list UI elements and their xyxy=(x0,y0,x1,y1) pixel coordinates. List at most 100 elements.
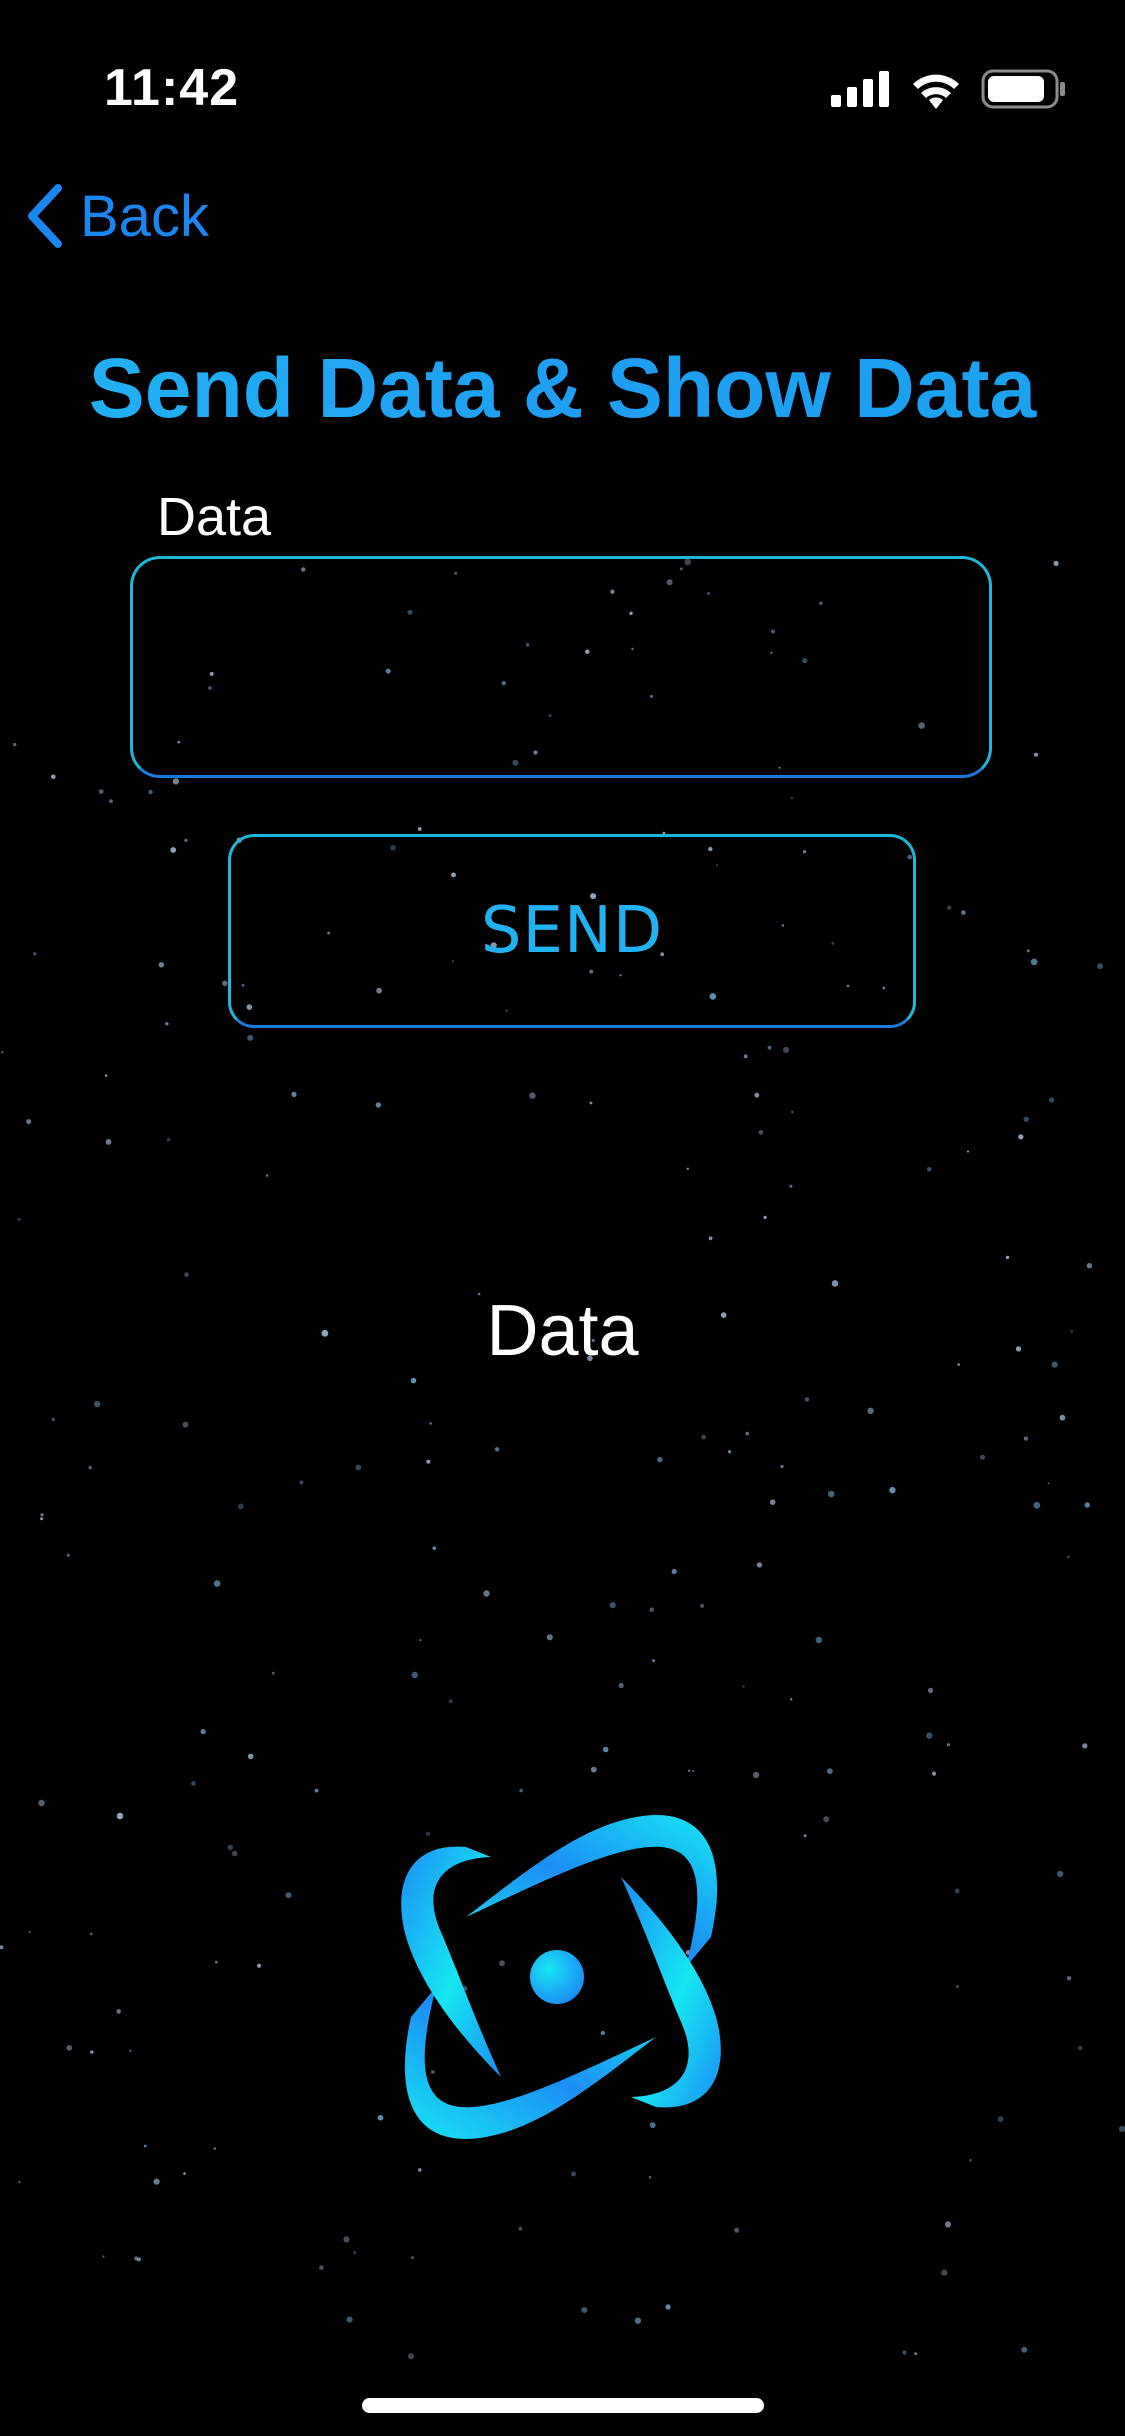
star-dot xyxy=(109,799,113,803)
star-dot xyxy=(448,1699,453,1704)
star-dot xyxy=(790,1110,794,1114)
back-button[interactable]: Back xyxy=(22,176,209,256)
star-dot xyxy=(51,1417,55,1422)
star-dot xyxy=(172,778,180,785)
star-dot xyxy=(432,1546,437,1550)
star-dot xyxy=(581,2307,588,2313)
star-dot xyxy=(728,1450,732,1454)
star-dot xyxy=(618,1682,624,1689)
star-dot xyxy=(954,1888,960,1894)
star-dot xyxy=(200,1729,206,1735)
star-dot xyxy=(1066,1976,1072,1981)
page-title: Send Data & Show Data xyxy=(0,340,1125,437)
star-dot xyxy=(237,1503,244,1510)
wifi-icon xyxy=(913,74,959,109)
star-dot xyxy=(688,1769,691,1772)
star-dot xyxy=(18,2180,21,2184)
star-dot xyxy=(88,1465,92,1470)
star-dot xyxy=(299,1480,304,1485)
star-dot xyxy=(94,1400,101,1408)
star-dot xyxy=(790,1698,793,1701)
star-dot xyxy=(483,1590,490,1597)
star-dot xyxy=(803,1834,807,1838)
star-dot xyxy=(417,827,422,831)
atom-orbit-logo-icon xyxy=(401,1814,721,2140)
star-dot xyxy=(823,1816,830,1823)
star-dot xyxy=(153,2178,160,2185)
star-dot xyxy=(494,1447,500,1452)
star-dot xyxy=(90,2050,94,2054)
star-dot xyxy=(1005,1255,1010,1260)
star-dot xyxy=(769,1499,776,1505)
data-input[interactable] xyxy=(130,556,992,778)
star-dot xyxy=(804,1397,810,1402)
star-dot xyxy=(815,1636,822,1644)
star-dot xyxy=(944,2221,952,2228)
star-dot xyxy=(227,1844,233,1851)
star-dot xyxy=(827,1768,833,1774)
star-dot xyxy=(271,1671,275,1675)
star-dot xyxy=(134,2256,139,2261)
star-dot xyxy=(319,2265,324,2270)
star-dot xyxy=(143,2144,147,2148)
star-dot xyxy=(66,2045,73,2051)
star-dot xyxy=(931,1771,937,1776)
star-dot xyxy=(753,1771,760,1779)
star-dot xyxy=(66,1553,70,1557)
star-dot xyxy=(665,2304,671,2310)
star-dot xyxy=(609,1602,616,1609)
star-dot xyxy=(40,1513,44,1517)
send-button[interactable]: SEND xyxy=(228,834,916,1028)
status-icons xyxy=(831,64,1067,114)
star-dot xyxy=(827,1490,835,1498)
star-dot xyxy=(756,1562,763,1568)
star-dot xyxy=(742,1685,745,1688)
star-dot xyxy=(98,789,104,794)
star-dot xyxy=(184,1272,189,1277)
star-dot xyxy=(926,1732,933,1739)
star-dot xyxy=(429,1422,432,1425)
star-dot xyxy=(767,1045,772,1050)
star-dot xyxy=(889,1486,896,1494)
data-output-text: Data xyxy=(486,1291,639,1371)
star-dot xyxy=(634,2317,642,2324)
star-dot xyxy=(700,1603,705,1608)
star-dot xyxy=(780,1464,784,1469)
star-dot xyxy=(1086,1263,1093,1269)
home-indicator[interactable] xyxy=(362,2398,764,2413)
star-dot xyxy=(1097,963,1104,970)
star-dot xyxy=(692,1770,695,1773)
star-dot xyxy=(1033,752,1039,757)
star-dot xyxy=(183,2172,186,2175)
star-dot xyxy=(961,910,966,915)
star-dot xyxy=(426,1459,431,1464)
star-dot xyxy=(1084,1502,1090,1508)
star-dot xyxy=(116,1812,124,1820)
star-dot xyxy=(231,1850,238,1857)
star-dot xyxy=(734,2227,740,2233)
star-dot xyxy=(257,1963,262,1968)
star-dot xyxy=(1082,1743,1088,1749)
star-dot xyxy=(291,1091,297,1097)
star-dot xyxy=(170,847,177,853)
star-dot xyxy=(346,2316,353,2323)
star-dot xyxy=(997,2116,1004,2123)
star-dot xyxy=(0,1945,4,1950)
star-dot xyxy=(13,742,17,747)
star-dot xyxy=(17,1217,21,1222)
star-dot xyxy=(166,1137,171,1142)
star-dot xyxy=(1118,2125,1125,2133)
star-dot xyxy=(518,2226,523,2231)
star-dot xyxy=(1021,2346,1028,2353)
star-dot xyxy=(529,1092,536,1099)
star-dot xyxy=(589,1101,593,1105)
star-dot xyxy=(867,1407,874,1415)
star-dot xyxy=(789,1184,793,1188)
star-dot xyxy=(33,952,37,956)
star-dot xyxy=(1018,1134,1024,1140)
star-dot xyxy=(648,2175,652,2179)
star-dot xyxy=(213,1580,221,1587)
star-dot xyxy=(1078,2045,1083,2051)
star-dot xyxy=(927,1167,932,1172)
star-dot xyxy=(353,2250,357,2255)
